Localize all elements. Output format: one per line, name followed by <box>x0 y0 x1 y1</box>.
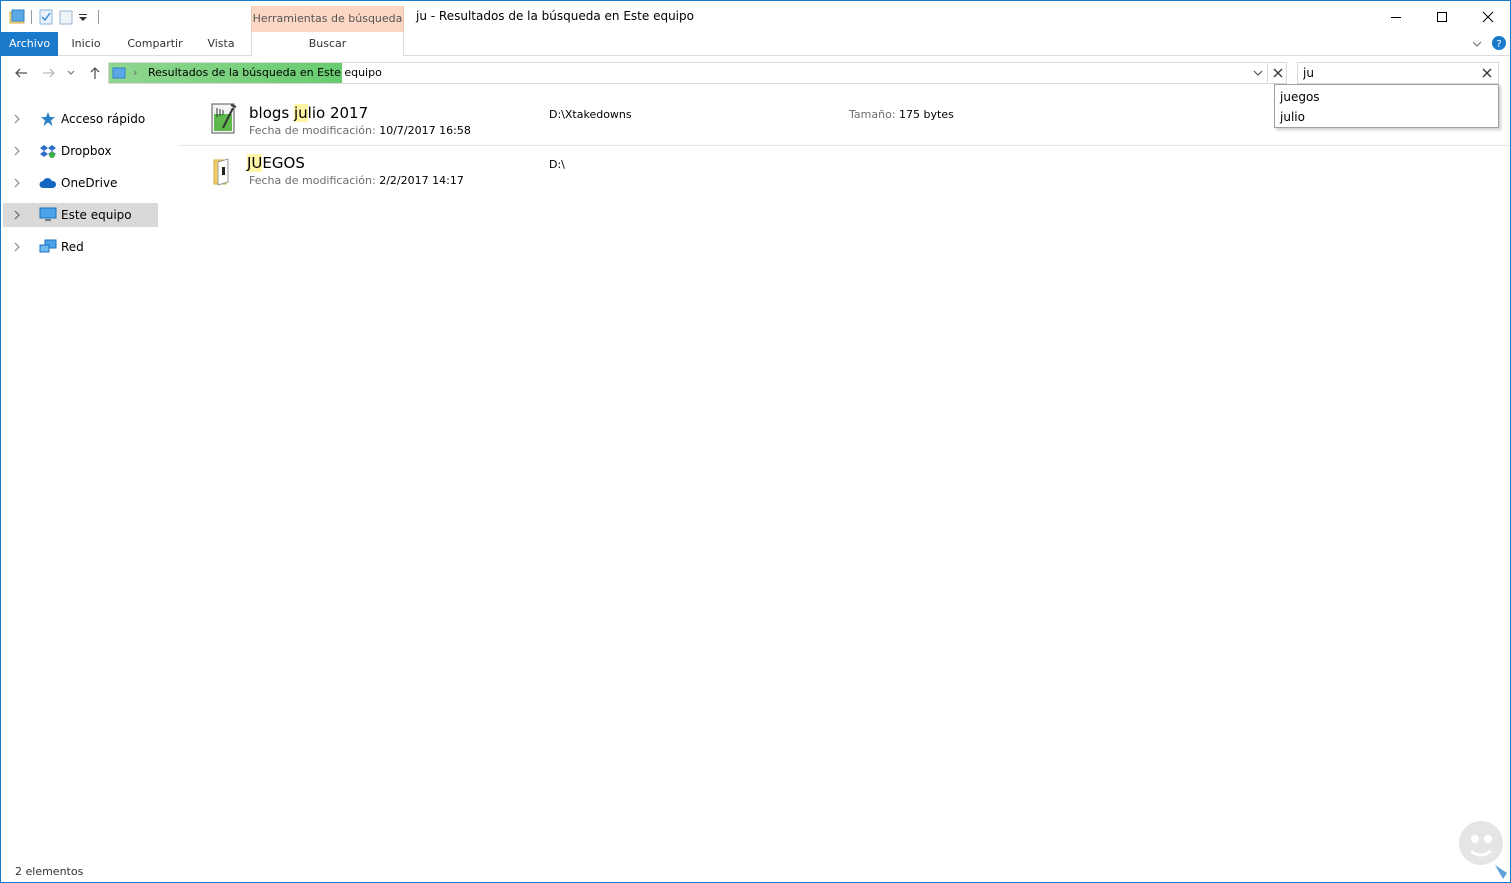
qat-separator <box>31 10 32 24</box>
nav-label: Red <box>61 240 84 254</box>
size-label: Tamaño: <box>849 108 896 121</box>
search-suggestions: juegos julio <box>1274 84 1499 128</box>
minimize-button[interactable] <box>1373 1 1419 32</box>
explorer-window: Herramientas de búsqueda ju - Resultados… <box>0 0 1511 883</box>
arrow-left-icon <box>15 68 27 78</box>
title-bar: Herramientas de búsqueda ju - Resultados… <box>1 1 1510 32</box>
result-modified: Fecha de modificación: 2/2/2017 14:17 <box>249 174 464 187</box>
nav-item-dropbox[interactable]: Dropbox <box>3 139 158 163</box>
result-name: blogs julio 2017 <box>249 104 368 122</box>
arrow-up-icon <box>90 67 100 79</box>
expand-chevron-icon[interactable] <box>3 107 25 131</box>
site-logo <box>1451 809 1509 881</box>
customize-qat-icon[interactable] <box>78 9 88 25</box>
folder-icon <box>209 152 239 186</box>
chevron-down-icon <box>1253 70 1263 76</box>
result-path: D:\ <box>549 158 565 171</box>
expand-chevron-icon[interactable] <box>3 171 25 195</box>
this-pc-icon <box>112 66 126 80</box>
notepad-plus-file-icon <box>209 102 239 136</box>
size-value: 175 bytes <box>899 108 954 121</box>
nav-item-red[interactable]: Red <box>3 235 158 259</box>
forward-button[interactable] <box>39 63 59 83</box>
search-input[interactable] <box>1303 65 1473 81</box>
result-name-match: JU <box>247 154 263 172</box>
qat-separator-2 <box>98 10 99 24</box>
navigation-pane: Acceso rápido Dropbox OneDrive Este equi… <box>1 99 161 259</box>
close-icon <box>1482 11 1494 22</box>
help-icon: ? <box>1492 36 1506 50</box>
result-modified: Fecha de modificación: 10/7/2017 16:58 <box>249 124 471 137</box>
search-tools-context-tab: Herramientas de búsqueda <box>251 6 404 32</box>
expand-ribbon-button[interactable] <box>1471 37 1483 51</box>
up-button[interactable] <box>85 63 105 83</box>
ribbon-tab-bar: Archivo Inicio Compartir Vista Buscar ? <box>1 32 1510 56</box>
result-size: Tamaño: 175 bytes <box>849 108 954 121</box>
result-name-suffix: lio 2017 <box>307 104 369 122</box>
tab-buscar[interactable]: Buscar <box>251 32 404 56</box>
nav-item-onedrive[interactable]: OneDrive <box>3 171 158 195</box>
properties-icon[interactable] <box>38 9 54 25</box>
close-icon <box>1273 68 1282 78</box>
chevron-down-icon <box>1472 41 1482 47</box>
result-item[interactable]: JUEGOS Fecha de modificación: 2/2/2017 1… <box>179 146 1510 194</box>
explorer-window-icon[interactable] <box>9 9 25 25</box>
modified-value: 10/7/2017 16:58 <box>379 124 471 137</box>
tab-archivo[interactable]: Archivo <box>1 32 58 56</box>
tab-vista[interactable]: Vista <box>199 32 243 56</box>
modified-label: Fecha de modificación: <box>249 174 376 187</box>
nav-item-este-equipo[interactable]: Este equipo <box>3 203 158 227</box>
nav-label: Este equipo <box>61 208 132 222</box>
arrow-right-icon <box>43 68 55 78</box>
dropbox-icon <box>39 143 57 159</box>
window-title: ju - Resultados de la búsqueda en Este e… <box>416 9 694 23</box>
recent-locations-button[interactable] <box>64 63 78 83</box>
address-path: Resultados de la búsqueda en Este equipo <box>148 66 382 79</box>
tab-compartir[interactable]: Compartir <box>121 32 189 56</box>
result-name-match: ju <box>293 104 308 122</box>
cloud-icon <box>39 175 57 191</box>
minimize-icon <box>1391 16 1401 18</box>
item-count: 2 elementos <box>15 865 84 878</box>
help-button[interactable]: ? <box>1491 36 1507 50</box>
chevron-down-icon <box>67 70 75 75</box>
status-bar: 2 elementos <box>1 861 1510 882</box>
expand-chevron-icon[interactable] <box>3 139 25 163</box>
expand-chevron-icon[interactable] <box>3 203 25 227</box>
maximize-button[interactable] <box>1419 1 1465 32</box>
address-dropdown-button[interactable] <box>1252 66 1264 80</box>
result-path: D:\Xtakedowns <box>549 108 632 121</box>
result-name-prefix: blogs <box>249 104 294 122</box>
nav-label: OneDrive <box>61 176 118 190</box>
nav-item-acceso-rapido[interactable]: Acceso rápido <box>3 107 158 131</box>
close-icon <box>1482 68 1492 78</box>
nav-label: Acceso rápido <box>61 112 146 126</box>
search-box[interactable] <box>1297 62 1499 84</box>
breadcrumb-separator: › <box>133 66 138 79</box>
star-icon <box>39 111 57 127</box>
suggestion-item[interactable]: juegos <box>1275 87 1498 107</box>
modified-label: Fecha de modificación: <box>249 124 376 137</box>
modified-value: 2/2/2017 14:17 <box>379 174 464 187</box>
stop-search-button[interactable] <box>1269 62 1287 84</box>
expand-chevron-icon[interactable] <box>3 235 25 259</box>
nav-label: Dropbox <box>61 144 112 158</box>
svg-text:?: ? <box>1496 39 1501 50</box>
result-name: JUEGOS <box>247 154 305 172</box>
network-icon <box>39 239 57 255</box>
close-button[interactable] <box>1465 1 1510 32</box>
new-folder-icon[interactable] <box>58 9 74 25</box>
maximize-icon <box>1437 11 1447 22</box>
address-bar[interactable]: › Resultados de la búsqueda en Este equi… <box>108 62 1268 84</box>
quick-access-toolbar <box>9 8 105 26</box>
suggestion-item[interactable]: julio <box>1275 107 1498 127</box>
back-button[interactable] <box>11 63 31 83</box>
computer-icon <box>39 207 57 223</box>
search-results-list: blogs julio 2017 Fecha de modificación: … <box>179 96 1510 856</box>
result-name-suffix: EGOS <box>262 154 305 172</box>
tab-inicio[interactable]: Inicio <box>63 32 109 56</box>
clear-search-button[interactable] <box>1480 66 1494 80</box>
address-row: › Resultados de la búsqueda en Este equi… <box>1 59 1510 87</box>
